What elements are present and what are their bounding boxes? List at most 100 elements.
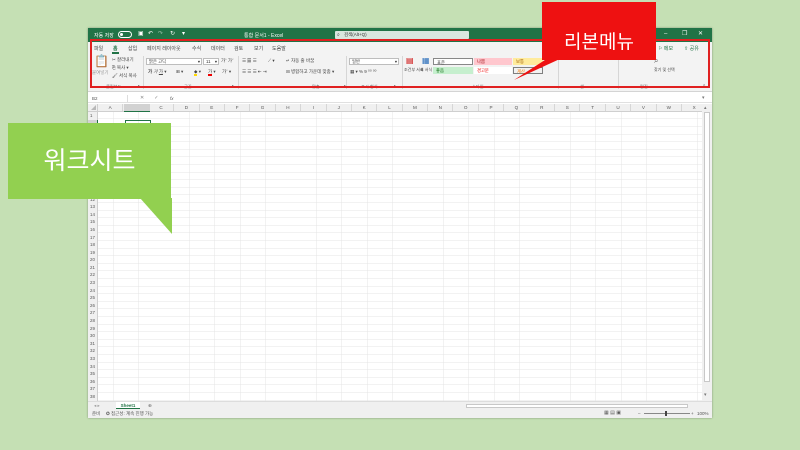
column-header[interactable]: X <box>682 104 702 111</box>
wrap-text-button[interactable]: ↵ 자동 줄 바꿈 <box>286 58 314 64</box>
restore-icon[interactable]: ❐ <box>682 31 687 38</box>
bold-italic-underline-icons[interactable]: 가 가 가 ▾ <box>148 69 166 75</box>
row-header[interactable]: 36 <box>88 378 97 386</box>
copy-button[interactable]: ⎘ 복사 ▾ <box>112 65 129 71</box>
row-header[interactable]: 13 <box>88 203 97 211</box>
fill-color-icon[interactable]: ◆ ▾ <box>194 69 201 76</box>
conditional-format-icon[interactable]: ▤ <box>406 56 414 65</box>
phonetic-icon[interactable]: 가ˇ ▾ <box>222 69 231 75</box>
row-header[interactable]: 18 <box>88 241 97 249</box>
scroll-down-icon[interactable]: ▾ <box>704 392 707 398</box>
add-sheet-icon[interactable]: ⊕ <box>148 402 152 409</box>
row-header[interactable]: 32 <box>88 347 97 355</box>
scroll-thumb[interactable] <box>704 112 710 382</box>
column-header[interactable]: V <box>631 104 657 111</box>
table-format-button[interactable]: 표 서식 <box>420 67 432 73</box>
row-header[interactable]: 19 <box>88 249 97 257</box>
tab-formulas[interactable]: 수식 <box>192 45 201 52</box>
row-header[interactable]: 22 <box>88 271 97 279</box>
row-header[interactable]: 28 <box>88 317 97 325</box>
tab-file[interactable]: 파일 <box>94 45 103 52</box>
row-header[interactable]: 24 <box>88 287 97 295</box>
number-launcher-icon[interactable]: ⤡ <box>394 84 397 89</box>
tab-review[interactable]: 검토 <box>234 45 243 52</box>
insert-function-button[interactable]: fx <box>170 95 174 102</box>
collapse-ribbon-icon[interactable]: ⌃ <box>702 84 706 90</box>
column-header[interactable]: E <box>200 104 225 111</box>
column-header[interactable]: W <box>657 104 682 111</box>
font-size-select[interactable]: 11 ▾ <box>203 58 219 65</box>
select-all-button[interactable] <box>88 104 98 112</box>
column-header[interactable]: J <box>327 104 352 111</box>
scroll-up-icon[interactable]: ▴ <box>704 105 707 111</box>
row-header[interactable]: 20 <box>88 256 97 264</box>
column-header[interactable]: C <box>149 104 175 111</box>
row-header[interactable]: 38 <box>88 393 97 401</box>
row-header[interactable]: 35 <box>88 370 97 378</box>
minimize-icon[interactable]: – <box>664 31 667 38</box>
font-grow-shrink-icon[interactable]: 가ˆ 가ˇ <box>221 58 234 64</box>
close-icon[interactable]: ✕ <box>698 31 703 38</box>
tab-page-layout[interactable]: 페이지 레이아웃 <box>147 45 181 52</box>
vertical-scrollbar[interactable]: ▴ ▾ <box>702 104 712 401</box>
zoom-level[interactable]: 100% <box>697 411 709 416</box>
undo-icon[interactable]: ↶ <box>148 31 153 38</box>
tab-insert[interactable]: 삽입 <box>128 45 137 52</box>
name-box[interactable]: B2 <box>90 95 128 102</box>
row-header[interactable]: 23 <box>88 279 97 287</box>
row-header[interactable]: 25 <box>88 294 97 302</box>
share-button[interactable]: ⇪ 공유 <box>684 45 699 52</box>
orientation-icon[interactable]: ⟋ ▾ <box>268 58 275 64</box>
column-header[interactable]: L <box>377 104 403 111</box>
vertical-align-icons[interactable]: ☰ ☰ ☰ <box>242 58 257 64</box>
cancel-icon[interactable]: ✕ <box>140 95 144 101</box>
customize-qat-icon[interactable]: ▾ <box>182 31 185 38</box>
view-mode-icons[interactable]: ▦ ▤ ▣ <box>604 411 621 416</box>
column-header[interactable]: P <box>479 104 505 111</box>
style-warning[interactable]: 경고문 <box>474 67 512 74</box>
row-header[interactable]: 29 <box>88 325 97 333</box>
comment-button[interactable]: ⚐ 메모 <box>658 45 673 52</box>
row-header[interactable]: 17 <box>88 234 97 242</box>
style-calculation[interactable]: 계산 <box>513 67 543 74</box>
row-header[interactable]: 27 <box>88 309 97 317</box>
tab-data[interactable]: 데이터 <box>211 45 225 52</box>
row-header[interactable]: 30 <box>88 332 97 340</box>
column-header[interactable]: M <box>403 104 429 111</box>
refresh-icon[interactable]: ↻ <box>170 31 175 38</box>
row-header[interactable]: 37 <box>88 385 97 393</box>
column-header[interactable]: F <box>225 104 251 111</box>
row-header[interactable]: 15 <box>88 218 97 226</box>
table-format-icon[interactable]: ▦ <box>422 56 430 65</box>
column-header[interactable]: K <box>352 104 378 111</box>
sheet-tab[interactable]: Sheet1 <box>116 402 140 409</box>
paste-label[interactable]: 붙여넣기 <box>92 70 109 76</box>
tab-home[interactable]: 홈 <box>113 45 118 52</box>
enter-icon[interactable]: ✓ <box>154 95 158 101</box>
column-header[interactable]: D <box>174 104 200 111</box>
save-icon[interactable]: ▣ <box>138 31 144 38</box>
worksheet-grid[interactable]: ABCDEFGHIJKLMNOPQRSTUVWX 123456789101112… <box>88 104 702 401</box>
column-header[interactable]: S <box>555 104 581 111</box>
row-header[interactable]: 21 <box>88 264 97 272</box>
row-header[interactable]: 1 <box>88 112 97 120</box>
row-header[interactable]: 34 <box>88 363 97 371</box>
font-launcher-icon[interactable]: ⤡ <box>232 84 235 89</box>
horizontal-scrollbar[interactable] <box>466 404 688 408</box>
style-good[interactable]: 좋음 <box>433 67 473 74</box>
horizontal-align-icons[interactable]: ☰ ☰ ☰ ⇤ ⇥ <box>242 69 267 75</box>
clipboard-launcher-icon[interactable]: ⤡ <box>138 84 141 89</box>
number-format-icons[interactable]: ▦ ▾ % 9 ⁰⁰ ⁰⁰ <box>350 69 376 75</box>
column-header[interactable]: A <box>98 104 124 111</box>
number-format-select[interactable]: 일반 ▾ <box>349 58 399 65</box>
column-header[interactable]: U <box>606 104 632 111</box>
redo-icon[interactable]: ↷ <box>158 31 163 38</box>
row-header[interactable]: 33 <box>88 355 97 363</box>
column-header[interactable]: G <box>250 104 276 111</box>
find-select-button[interactable]: 찾기 및 선택 <box>654 67 675 73</box>
tab-help[interactable]: 도움말 <box>272 45 286 52</box>
accessibility-status[interactable]: ✪ 접근성: 계속 진행 가능 <box>106 411 153 416</box>
style-normal[interactable]: 표준 <box>433 58 473 65</box>
row-header[interactable]: 14 <box>88 211 97 219</box>
row-header[interactable]: 16 <box>88 226 97 234</box>
